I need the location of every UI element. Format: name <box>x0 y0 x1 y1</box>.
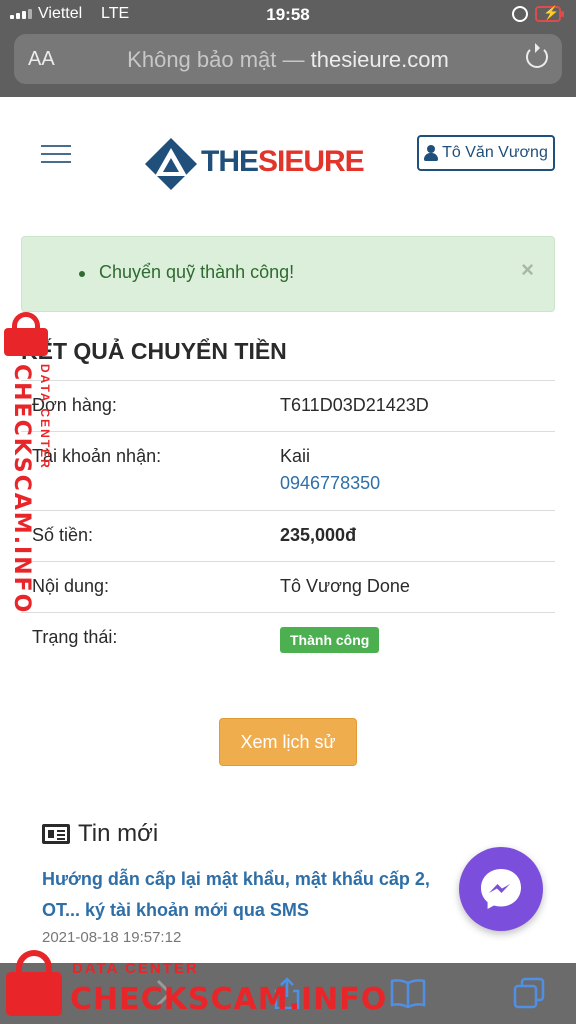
watermark-bottom: DATA CENTER CHECKSCAM.INFO <box>6 950 386 1020</box>
bookmarks-icon[interactable] <box>390 977 426 1009</box>
watermark-side-subtext: DATA CENTER <box>38 364 52 470</box>
menu-icon[interactable] <box>41 145 71 165</box>
url-display[interactable]: Không bảo mật — thesieure.com <box>14 47 562 73</box>
status-cell: Thành công <box>280 612 555 673</box>
watermark-lock-icon <box>6 950 62 1016</box>
table-row: Đơn hàng: T611D03D21423D <box>21 380 555 432</box>
status-bar: Viettel LTE 19:58 ⚡ <box>0 0 576 30</box>
watermark-lock-icon <box>4 312 48 356</box>
recipient-phone-link[interactable]: 0946778350 <box>280 473 555 494</box>
rotation-lock-icon <box>512 6 528 22</box>
status-badge: Thành công <box>280 627 380 653</box>
news-heading-label: Tin mới <box>78 820 159 847</box>
watermark-side: CHECKSCAM.INFO DATA CENTER <box>4 312 64 614</box>
logo-text: THESIEURE <box>201 145 365 179</box>
bullet <box>79 271 85 277</box>
table-row: Trạng thái: Thành công <box>21 612 555 673</box>
watermark-side-text: CHECKSCAM.INFO <box>9 364 34 615</box>
news-article-date: 2021-08-18 19:57:12 <box>42 929 182 946</box>
order-id: T611D03D21423D <box>280 380 555 432</box>
amount-value: 235,000đ <box>280 510 555 562</box>
row-label: Trạng thái: <box>21 612 280 673</box>
messenger-icon <box>481 869 521 909</box>
table-row: Số tiền: 235,000đ <box>21 510 555 562</box>
site-logo[interactable]: THESIEURE <box>143 136 365 192</box>
news-heading: Tin mới <box>42 820 158 848</box>
domain-label: thesieure.com <box>310 47 449 72</box>
watermark-bottom-text: CHECKSCAM.INFO <box>70 982 388 1017</box>
logo-mark-icon <box>145 138 197 190</box>
close-icon[interactable]: × <box>521 257 534 283</box>
table-row: Tài khoản nhận: Kaii 0946778350 <box>21 431 555 511</box>
reload-icon[interactable] <box>526 43 548 68</box>
security-label: Không bảo mật <box>127 47 277 72</box>
watermark-bottom-subtext: DATA CENTER <box>72 960 199 977</box>
user-name: Tô Văn Vương <box>442 144 548 161</box>
alert-message: Chuyển quỹ thành công! <box>99 262 295 282</box>
result-table: Đơn hàng: T611D03D21423D Tài khoản nhận:… <box>21 380 555 673</box>
browser-top-bar: Viettel LTE 19:58 ⚡ AA Không bảo mật — t… <box>0 0 576 97</box>
clock: 19:58 <box>266 5 310 24</box>
url-separator: — <box>276 47 311 72</box>
address-bar[interactable]: AA Không bảo mật — thesieure.com <box>14 34 562 84</box>
logo-the: THE <box>201 145 259 178</box>
content-value: Tô Vương Done <box>280 561 555 613</box>
battery-icon: ⚡ <box>535 5 564 22</box>
success-alert: Chuyển quỹ thành công! × <box>21 236 555 312</box>
messenger-chat-button[interactable] <box>459 847 543 931</box>
logo-sieure: SIEURE <box>258 145 365 178</box>
user-icon <box>424 145 439 161</box>
user-account-button[interactable]: Tô Văn Vương <box>417 135 555 171</box>
table-row: Nội dung: Tô Vương Done <box>21 561 555 613</box>
view-history-button[interactable]: Xem lịch sử <box>219 718 357 766</box>
recipient-name: Kaii <box>280 446 311 466</box>
recipient-cell: Kaii 0946778350 <box>280 431 555 511</box>
tabs-icon[interactable] <box>513 977 545 1009</box>
news-article-link[interactable]: Hướng dẫn cấp lại mật khẩu, mật khẩu cấp… <box>42 864 472 926</box>
news-icon <box>42 824 70 844</box>
